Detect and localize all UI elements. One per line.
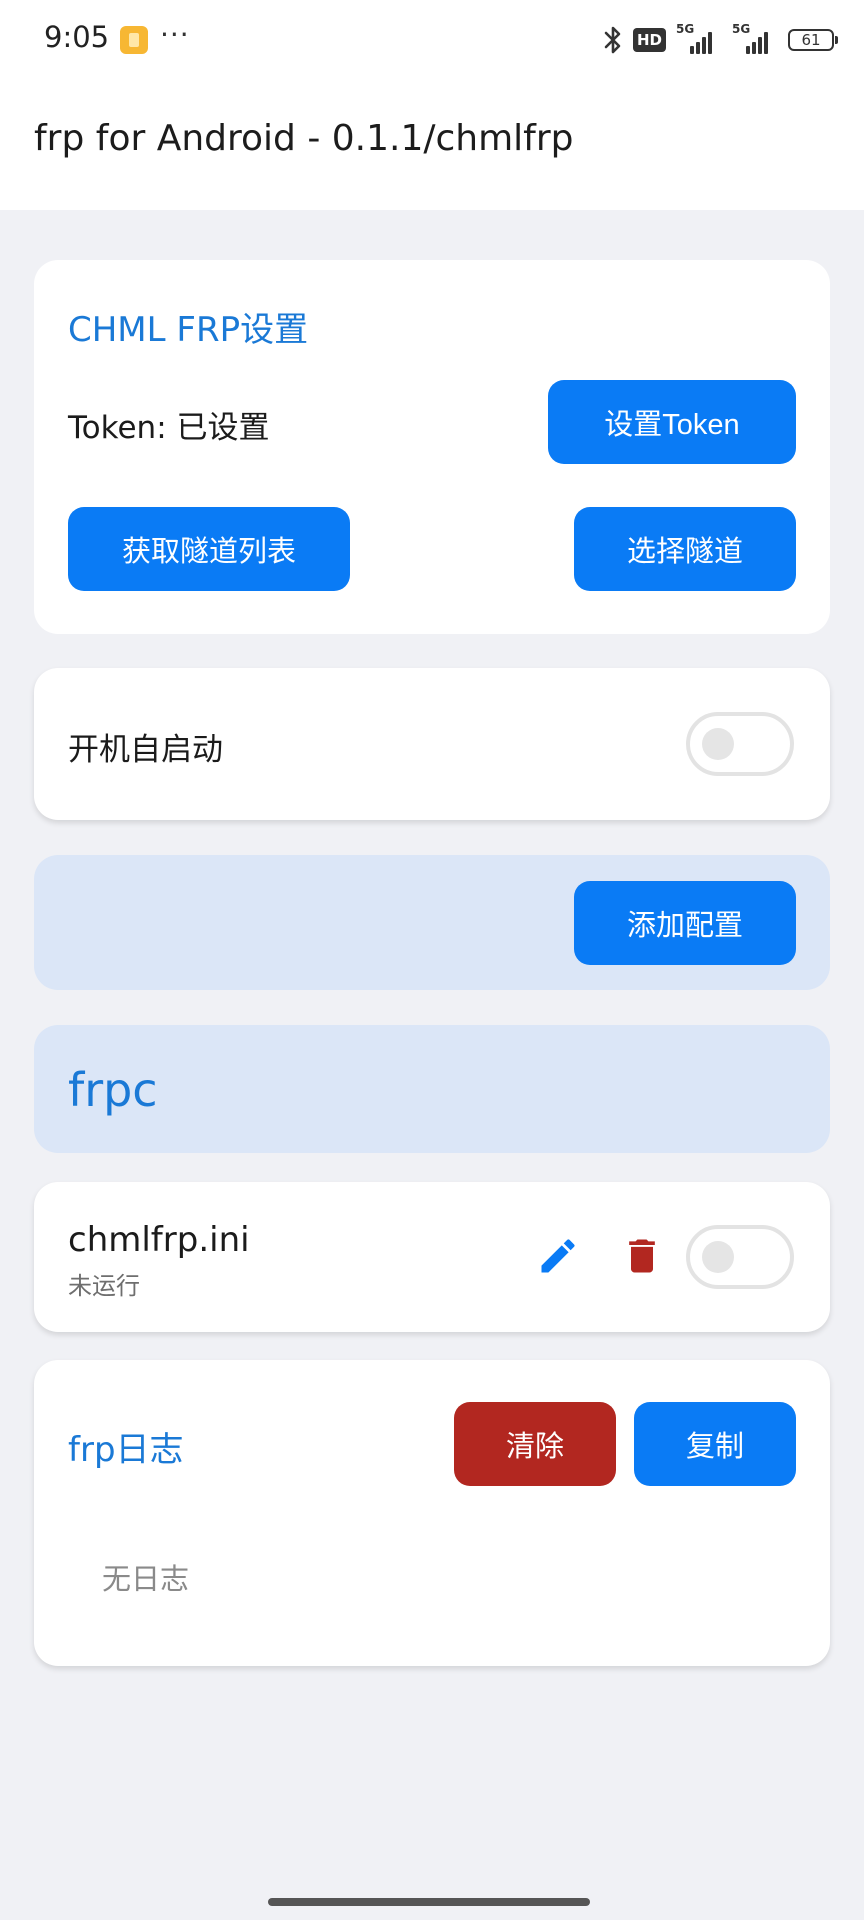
signal-icon: 5G xyxy=(732,22,778,54)
toggle-knob xyxy=(702,1241,734,1273)
select-tunnel-button[interactable]: 选择隧道 xyxy=(574,507,796,591)
battery-level: 61 xyxy=(801,31,821,49)
config-item-card: chmlfrp.ini 未运行 xyxy=(34,1182,830,1332)
home-indicator[interactable] xyxy=(268,1898,590,1906)
autostart-toggle[interactable] xyxy=(686,712,794,776)
add-config-button[interactable]: 添加配置 xyxy=(574,881,796,965)
notification-app-icon xyxy=(120,26,148,54)
more-notifications-icon: ··· xyxy=(160,18,190,51)
battery-icon: 61 xyxy=(788,29,838,51)
token-status: Token: 已设置 xyxy=(68,410,270,446)
status-bar: 9:05 ··· HD 5G 5G 61 xyxy=(0,0,864,80)
bluetooth-icon xyxy=(604,26,621,54)
add-config-card: 添加配置 xyxy=(34,855,830,990)
autostart-card: 开机自启动 xyxy=(34,668,830,820)
status-time: 9:05 xyxy=(44,20,110,54)
log-empty-text: 无日志 xyxy=(102,1562,190,1596)
edit-icon[interactable] xyxy=(530,1228,586,1284)
chml-settings-card: CHML FRP设置 Token: 已设置 设置Token 获取隧道列表 选择隧… xyxy=(34,260,830,634)
trash-icon xyxy=(629,1239,655,1273)
clear-log-button[interactable]: 清除 xyxy=(454,1402,616,1486)
app-bar: frp for Android - 0.1.1/chmlfrp xyxy=(0,80,864,210)
status-icons: HD 5G 5G 61 xyxy=(603,22,838,58)
log-card: frp日志 清除 复制 无日志 xyxy=(34,1360,830,1666)
chml-settings-title: CHML FRP设置 xyxy=(68,310,309,350)
log-title: frp日志 xyxy=(68,1430,184,1470)
config-name: chmlfrp.ini xyxy=(68,1220,250,1260)
hd-voice-icon: HD xyxy=(632,28,666,52)
frpc-section-title: frpc xyxy=(68,1063,158,1117)
pencil-icon xyxy=(541,1239,575,1273)
frpc-section-header: frpc xyxy=(34,1025,830,1153)
delete-icon[interactable] xyxy=(614,1228,670,1284)
autostart-label: 开机自启动 xyxy=(68,732,223,768)
signal-icon: 5G xyxy=(676,22,722,54)
config-status: 未运行 xyxy=(68,1272,140,1300)
fetch-tunnels-button[interactable]: 获取隧道列表 xyxy=(68,507,350,591)
app-title: frp for Android - 0.1.1/chmlfrp xyxy=(34,118,574,159)
set-token-button[interactable]: 设置Token xyxy=(548,380,796,464)
copy-log-button[interactable]: 复制 xyxy=(634,1402,796,1486)
config-run-toggle[interactable] xyxy=(686,1225,794,1289)
toggle-knob xyxy=(702,728,734,760)
